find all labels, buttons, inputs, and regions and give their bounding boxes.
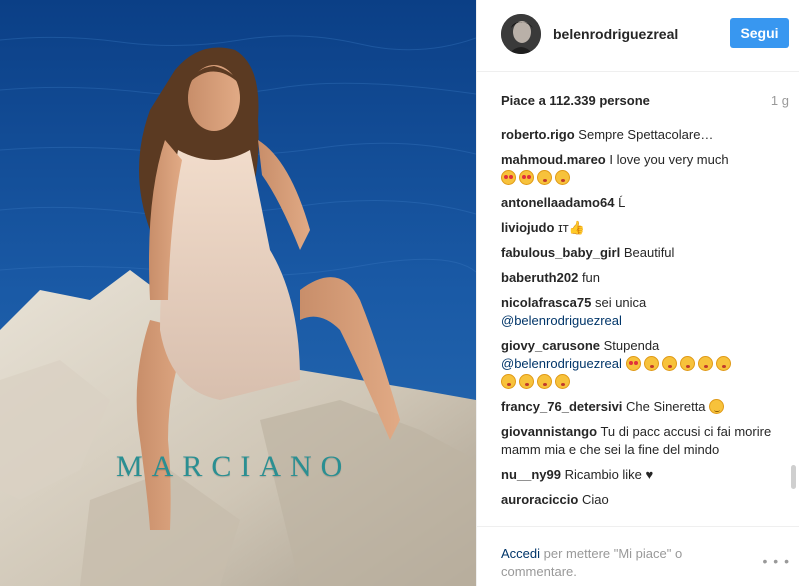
heart-eyes-emoji-icon — [501, 170, 516, 185]
comments-scrollbar[interactable] — [791, 465, 796, 489]
heart-eyes-emoji-icon — [625, 356, 641, 371]
comment-username[interactable]: giovannistango — [501, 424, 597, 439]
blush-emoji-icon — [709, 399, 725, 414]
login-prompt: Accedi per mettere "Mi piace" o commenta… — [501, 545, 731, 581]
comment-username[interactable]: fabulous_baby_girl — [501, 245, 620, 260]
brand-watermark: MARCIANO — [116, 450, 352, 483]
comment-text: Che Sineretta — [626, 399, 706, 414]
kiss-emoji-icon — [679, 356, 695, 371]
kiss-emoji-icon — [537, 170, 552, 185]
comment-username[interactable]: antonellaadamo64 — [501, 195, 614, 210]
comment: francy_76_detersivi Che Sineretta — [501, 398, 791, 416]
comment-list: roberto.rigo Sempre Spettacolare… mahmou… — [501, 126, 791, 526]
kiss-emoji-icon — [661, 356, 677, 371]
comment-text: fun — [581, 270, 601, 285]
kiss-emoji-icon — [555, 170, 570, 185]
author-username[interactable]: belenrodriguezreal — [553, 26, 678, 42]
post-header: belenrodriguezreal Segui — [477, 0, 799, 72]
comment: mahmoud.mareo I love you very much — [501, 151, 791, 187]
comment: roberto.rigo Sempre Spettacolare… — [501, 126, 791, 144]
comment-username[interactable]: baberuth202 — [501, 270, 578, 285]
kiss-emoji-icon — [501, 374, 516, 389]
post-age[interactable]: 1 g — [771, 93, 789, 108]
comment: antonellaadamo64 Ĺ — [501, 194, 791, 212]
comment-text: Ĺ — [618, 195, 626, 210]
comment: giovannistango Tu di pacc accusi ci fai … — [501, 423, 791, 459]
ellipsis-icon[interactable]: • • • — [763, 553, 790, 569]
comment: fabulous_baby_girl Beautiful — [501, 244, 791, 262]
heart-icon: ♥ — [645, 467, 654, 482]
comment-username[interactable]: roberto.rigo — [501, 127, 575, 142]
comment-text: ɪᴛ — [558, 220, 569, 235]
comment-username[interactable]: liviojudo — [501, 220, 554, 235]
avatar[interactable] — [501, 14, 541, 54]
comment-text: Ricambio like — [564, 467, 642, 482]
comment: liviojudo ɪᴛ👍 — [501, 219, 791, 237]
post-footer: Accedi per mettere "Mi piace" o commenta… — [477, 526, 799, 586]
comment: auroraciccio Ciao — [501, 491, 791, 509]
kiss-emoji-icon — [555, 374, 570, 389]
comment: nu__ny99 Ricambio like ♥ — [501, 466, 791, 484]
avatar-image — [501, 14, 541, 54]
comment-text: Sempre Spettacolare… — [578, 127, 714, 142]
comment: giovy_carusone Stupenda @belenrodriguezr… — [501, 337, 791, 391]
comment-text: Beautiful — [623, 245, 675, 260]
comment-text: Stupenda — [603, 338, 660, 353]
mention-link[interactable]: @belenrodriguezreal — [501, 313, 622, 328]
comment-username[interactable]: giovy_carusone — [501, 338, 600, 353]
likes-row: Piace a 112.339 persone 1 g — [501, 93, 789, 111]
mention-link[interactable]: @belenrodriguezreal — [501, 356, 622, 371]
photo-scene — [0, 0, 476, 586]
heart-eyes-emoji-icon — [519, 170, 534, 185]
comment-text: sei unica — [594, 295, 647, 310]
comment-text: Ciao — [581, 492, 609, 507]
comment-username[interactable]: auroraciccio — [501, 492, 578, 507]
kiss-emoji-icon — [697, 356, 713, 371]
post-photo[interactable]: MARCIANO — [0, 0, 476, 586]
kiss-emoji-icon — [643, 356, 659, 371]
kiss-emoji-icon — [519, 374, 534, 389]
follow-button[interactable]: Segui — [730, 18, 789, 48]
comment-username[interactable]: francy_76_detersivi — [501, 399, 622, 414]
like-count[interactable]: Piace a 112.339 persone — [501, 93, 650, 108]
comment-username[interactable]: mahmoud.mareo — [501, 152, 606, 167]
comment-text: I love you very much — [609, 152, 729, 167]
comment: baberuth202 fun — [501, 269, 791, 287]
post-sidebar: belenrodriguezreal Segui Piace a 112.339… — [476, 0, 799, 586]
comment: nicolafrasca75 sei unica @belenrodriguez… — [501, 294, 791, 330]
comment-username[interactable]: nicolafrasca75 — [501, 295, 591, 310]
kiss-emoji-icon — [537, 374, 552, 389]
login-link[interactable]: Accedi — [501, 546, 540, 561]
kiss-emoji-icon — [715, 356, 731, 371]
thumbs-up-icon: 👍 — [568, 220, 585, 235]
comment-username[interactable]: nu__ny99 — [501, 467, 561, 482]
